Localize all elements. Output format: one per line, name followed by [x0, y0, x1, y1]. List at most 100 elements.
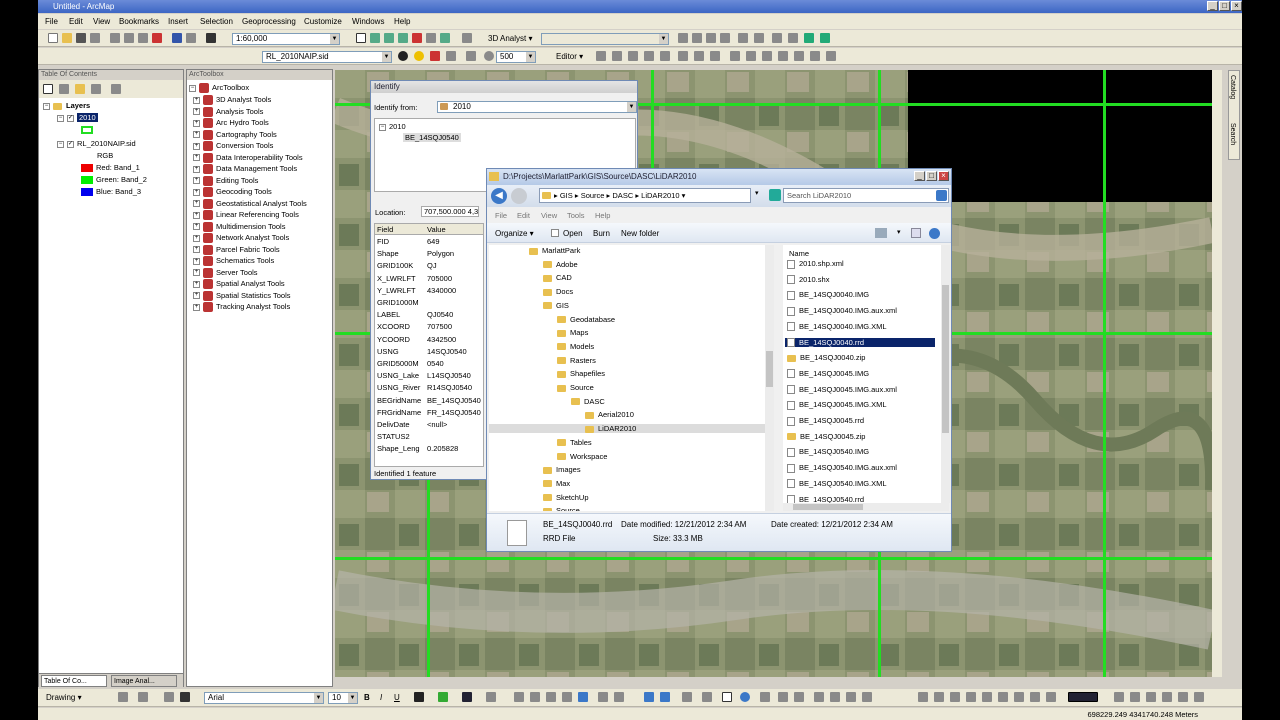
toolbox-item[interactable]: + Linear Referencing Tools [193, 210, 299, 221]
edit-tool-icon[interactable] [746, 51, 756, 61]
georef-tool-icon[interactable] [514, 692, 524, 702]
nav-tree-item[interactable]: CAD [543, 273, 572, 282]
file-item[interactable]: BE_14SQJ0040.IMG.XML [785, 322, 935, 332]
time-slider-icon[interactable] [862, 692, 872, 702]
forward-button[interactable] [511, 188, 527, 204]
toolbox-item[interactable]: + Geostatistical Analyst Tools [193, 199, 307, 209]
edit-tool-icon[interactable] [762, 51, 772, 61]
layout-tool-icon[interactable] [966, 692, 976, 702]
explorer-menu-help[interactable]: Help [595, 211, 610, 220]
expand-icon[interactable]: + [193, 119, 200, 127]
expand-icon[interactable]: + [193, 223, 200, 231]
file-item[interactable]: BE_14SQJ0540.IMG [785, 447, 935, 457]
select-features-icon[interactable] [682, 692, 692, 702]
edit-tool-icon[interactable] [730, 51, 740, 61]
file-item[interactable]: BE_14SQJ0540.IMG.XML [785, 479, 935, 489]
collapse-icon[interactable]: − [189, 84, 196, 92]
contrast-value-field[interactable]: 500 ▼ [496, 51, 536, 63]
undo-icon[interactable] [172, 33, 182, 43]
expand-icon[interactable]: + [193, 211, 200, 219]
arctoolbox-icon[interactable] [412, 33, 422, 43]
file-scrollbar-thumb[interactable] [942, 285, 949, 433]
menu-selection[interactable]: Selection [200, 17, 233, 26]
layout-tool-icon[interactable] [950, 692, 960, 702]
preview-pane-icon[interactable] [911, 228, 921, 238]
rectangle-icon[interactable] [164, 692, 174, 702]
layout-tool-icon[interactable] [1146, 692, 1156, 702]
delete-icon[interactable] [152, 33, 162, 43]
font-size-combo[interactable]: 10 ▼ [328, 692, 358, 704]
scale-combo[interactable]: 1:60,000 ▼ [232, 33, 340, 45]
toolbox-item[interactable]: + Parcel Fabric Tools [193, 245, 280, 255]
nav-tree-item[interactable]: Workspace [557, 452, 607, 461]
explorer-menu-tools[interactable]: Tools [567, 211, 585, 220]
toolbox-item[interactable]: + Data Management Tools [193, 164, 297, 175]
edit-tool-icon[interactable] [678, 51, 688, 61]
nav-tree-item[interactable]: Max [543, 479, 570, 488]
organize-button[interactable]: Organize ▾ [495, 229, 534, 238]
collapse-icon[interactable]: − [43, 102, 50, 110]
expand-icon[interactable]: + [193, 177, 200, 185]
identify-from-combo[interactable]: 2010 ▼ [437, 101, 637, 113]
file-hscrollbar[interactable] [783, 503, 949, 511]
explorer-menu-view[interactable]: View [541, 211, 557, 220]
layout-tool-icon[interactable] [1030, 692, 1040, 702]
line-color-icon[interactable] [462, 692, 472, 702]
menu-windows[interactable]: Windows [352, 17, 384, 26]
nav-tree-item[interactable]: LiDAR2010 [489, 424, 765, 434]
toc-icon[interactable] [370, 33, 380, 43]
3d-tool-icon[interactable] [678, 33, 688, 43]
toolbox-item[interactable]: + Tracking Analyst Tools [193, 302, 290, 313]
toolbox-item[interactable]: + Arc Hydro Tools [193, 118, 269, 129]
text-tool-icon[interactable] [180, 692, 190, 702]
file-hscrollbar-thumb[interactable] [793, 504, 863, 510]
edit-tool-icon[interactable] [810, 51, 820, 61]
minimize-button[interactable]: _ [1207, 1, 1218, 11]
expand-icon[interactable]: + [193, 165, 200, 173]
nav-tree-item[interactable]: Geodatabase [557, 315, 615, 324]
checkbox-checked-icon[interactable]: ✓ [67, 140, 74, 148]
expand-icon[interactable]: + [193, 96, 200, 104]
expand-icon[interactable]: + [193, 234, 200, 242]
marker-color-icon[interactable] [486, 692, 496, 702]
rotate-icon[interactable] [484, 51, 494, 61]
checkbox-checked-icon[interactable]: ✓ [67, 114, 74, 122]
3d-tool-icon[interactable] [720, 33, 730, 43]
nav-tree-item[interactable]: DASC [571, 397, 605, 406]
layout-tool-icon[interactable] [1130, 692, 1140, 702]
copy-icon[interactable] [124, 33, 134, 43]
fill-color-icon[interactable] [438, 692, 448, 702]
menu-geoprocessing[interactable]: Geoprocessing [242, 17, 296, 26]
find-icon[interactable] [814, 692, 824, 702]
edit-tool-icon[interactable] [612, 51, 622, 61]
edit-tool-icon[interactable] [778, 51, 788, 61]
file-item[interactable]: BE_14SQJ0045.IMG [785, 369, 935, 379]
layout-tool-icon[interactable] [1162, 692, 1172, 702]
file-item[interactable]: BE_14SQJ0540.IMG.aux.xml [785, 463, 935, 473]
menu-edit[interactable]: Edit [69, 17, 83, 26]
collapse-icon[interactable]: − [57, 114, 64, 122]
new-folder-button[interactable]: New folder [621, 229, 659, 238]
contrast-icon[interactable] [398, 51, 408, 61]
nav-tree-item[interactable]: Models [557, 342, 594, 351]
italic-button[interactable]: I [380, 693, 382, 702]
expand-icon[interactable]: + [193, 303, 200, 311]
cut-icon[interactable] [110, 33, 120, 43]
layers-node[interactable]: − Layers [43, 101, 90, 110]
toolbox-item[interactable]: + Analysis Tools [193, 107, 263, 117]
col-name[interactable]: Name [789, 249, 809, 258]
drawing-menu[interactable]: Drawing ▾ [46, 693, 82, 702]
toolbox-item[interactable]: + Schematics Tools [193, 256, 274, 267]
nav-tree-item[interactable]: Source [543, 506, 580, 511]
toolbox-item[interactable]: + Geocoding Tools [193, 187, 272, 198]
edit-tool-icon[interactable] [710, 51, 720, 61]
edit-tool-icon[interactable] [826, 51, 836, 61]
select-elements-icon[interactable] [118, 692, 128, 702]
nav-scrollbar[interactable] [765, 245, 774, 511]
underline-button[interactable]: U [394, 693, 400, 702]
layer-2010[interactable]: − ✓ 2010 [57, 113, 98, 122]
hyperlink-icon[interactable] [760, 692, 770, 702]
histogram-icon[interactable] [466, 51, 476, 61]
edit-tool-icon[interactable] [694, 51, 704, 61]
scene-icon[interactable] [820, 33, 830, 43]
